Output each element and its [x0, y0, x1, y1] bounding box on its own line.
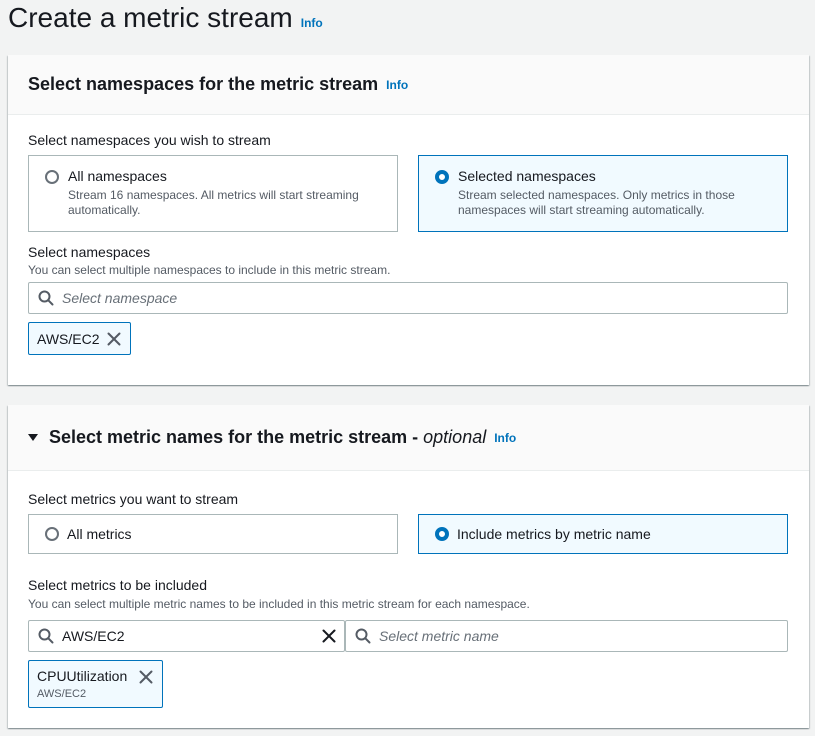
- namespace-search-input[interactable]: Select namespace: [28, 282, 788, 314]
- page-info-link[interactable]: Info: [301, 16, 323, 30]
- search-icon: [38, 628, 54, 644]
- all-namespaces-tile[interactable]: All namespaces Stream 16 namespaces. All…: [28, 155, 398, 232]
- select-namespaces-label: Select namespaces: [28, 244, 151, 260]
- search-icon: [38, 290, 54, 306]
- namespaces-card: Select namespaces for the metric stream …: [8, 55, 809, 385]
- namespace-token-label: AWS/EC2: [37, 331, 100, 347]
- namespace-token: AWS/EC2: [28, 322, 131, 355]
- include-by-name-tile[interactable]: Include metrics by metric name: [418, 514, 788, 554]
- metric-name-placeholder: Select metric name: [379, 628, 499, 644]
- all-namespaces-desc-line1: Stream 16 namespaces. All metrics will s…: [68, 188, 359, 202]
- metrics-card-header[interactable]: Select metric names for the metric strea…: [8, 405, 809, 471]
- namespaces-card-title: Select namespaces for the metric stream: [28, 74, 379, 94]
- all-namespaces-radio[interactable]: [45, 170, 59, 184]
- namespace-filter-value: AWS/EC2: [62, 628, 125, 644]
- caret-down-icon[interactable]: [28, 434, 38, 441]
- all-metrics-tile[interactable]: All metrics: [28, 514, 398, 554]
- metrics-info-link[interactable]: Info: [494, 431, 516, 445]
- metrics-prompt: Select metrics you want to stream: [28, 491, 239, 507]
- include-by-name-title: Include metrics by metric name: [457, 526, 651, 542]
- page-title-text: Create a metric stream: [8, 2, 293, 33]
- select-metrics-desc: You can select multiple metric names to …: [28, 597, 530, 611]
- selected-namespaces-radio[interactable]: [435, 170, 449, 184]
- all-metrics-radio[interactable]: [45, 527, 59, 541]
- metric-token-label: CPUUtilization: [37, 668, 128, 684]
- metrics-card: Select metric names for the metric strea…: [8, 405, 809, 728]
- close-icon[interactable]: [322, 629, 336, 643]
- selected-namespaces-desc-line1: Stream selected namespaces. Only metrics…: [458, 188, 735, 202]
- metrics-card-title-text: Select metric names for the metric strea…: [49, 427, 424, 447]
- selected-namespaces-desc-line2: namespaces will start streaming automati…: [458, 203, 705, 217]
- namespaces-info-link[interactable]: Info: [386, 78, 408, 92]
- selected-namespaces-title: Selected namespaces: [458, 168, 596, 184]
- all-namespaces-desc-line2: automatically.: [68, 203, 141, 217]
- namespaces-prompt: Select namespaces you wish to stream: [28, 132, 271, 148]
- selected-namespaces-tile[interactable]: Selected namespaces Stream selected name…: [418, 155, 788, 232]
- metrics-card-title: Select metric names for the metric strea…: [49, 427, 486, 448]
- close-icon[interactable]: [139, 670, 153, 684]
- namespaces-card-header: Select namespaces for the metric stream …: [8, 55, 809, 115]
- metric-token: CPUUtilization AWS/EC2: [28, 660, 163, 708]
- include-by-name-radio[interactable]: [435, 527, 449, 541]
- namespace-filter-input[interactable]: AWS/EC2: [28, 620, 345, 652]
- search-icon: [355, 628, 371, 644]
- close-icon[interactable]: [107, 332, 121, 346]
- all-metrics-title: All metrics: [67, 526, 132, 542]
- page-title: Create a metric stream Info: [8, 2, 323, 34]
- metric-name-input[interactable]: Select metric name: [345, 620, 788, 652]
- select-metrics-label: Select metrics to be included: [28, 577, 207, 593]
- select-namespaces-desc: You can select multiple namespaces to in…: [28, 263, 391, 277]
- namespace-search-placeholder: Select namespace: [62, 290, 178, 306]
- metrics-card-optional: optional: [423, 427, 487, 447]
- all-namespaces-title: All namespaces: [68, 168, 167, 184]
- metric-token-namespace: AWS/EC2: [37, 688, 87, 700]
